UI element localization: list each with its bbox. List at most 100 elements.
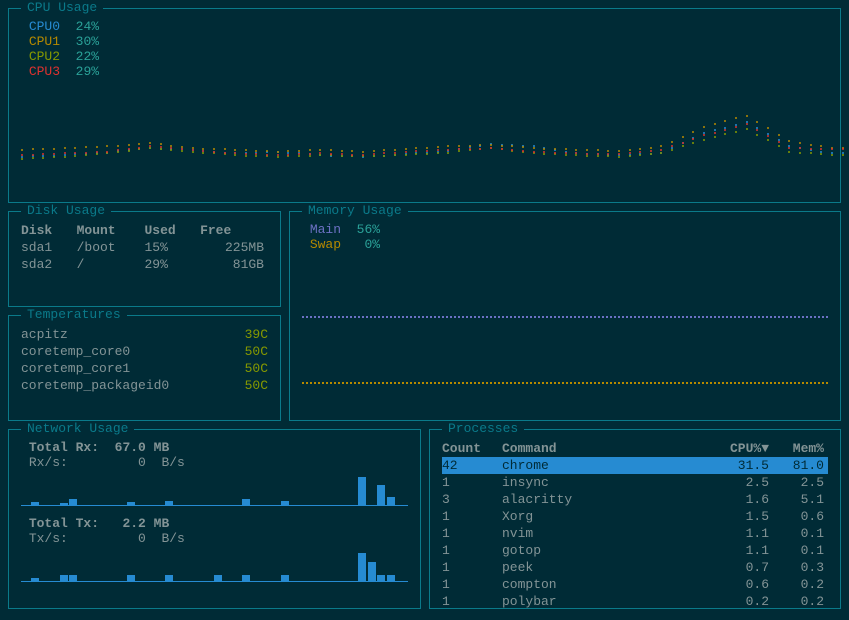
cpu-panel-title: CPU Usage bbox=[21, 0, 103, 15]
cpu-core-value: 22% bbox=[76, 49, 99, 64]
temp-value: 50C bbox=[245, 361, 268, 376]
proc-cpu: 0.2 bbox=[703, 593, 773, 610]
processes-panel: Processes Count Command CPU%▼ Mem% 42chr… bbox=[429, 429, 841, 609]
cpu-core-row: CPU1 30% bbox=[21, 34, 828, 49]
process-row[interactable]: 1gotop1.10.1 bbox=[442, 542, 828, 559]
proc-count: 1 bbox=[442, 525, 502, 542]
proc-cpu: 1.1 bbox=[703, 525, 773, 542]
memory-usage-panel: Memory Usage Main 56% Swap 0% bbox=[289, 211, 841, 421]
proc-mem: 0.2 bbox=[773, 593, 828, 610]
temp-row: coretemp_core0 50C bbox=[21, 343, 268, 360]
proc-hdr-cpu[interactable]: CPU%▼ bbox=[703, 440, 773, 457]
proc-mem: 5.1 bbox=[773, 491, 828, 508]
cpu-core-label: CPU1 bbox=[29, 34, 60, 49]
proc-cpu: 0.6 bbox=[703, 576, 773, 593]
process-row[interactable]: 1nvim1.10.1 bbox=[442, 525, 828, 542]
process-row[interactable]: 1polybar0.20.2 bbox=[442, 593, 828, 610]
proc-count: 1 bbox=[442, 576, 502, 593]
temp-row: coretemp_core1 50C bbox=[21, 360, 268, 377]
cpu-chart bbox=[21, 85, 828, 173]
proc-mem: 0.1 bbox=[773, 542, 828, 559]
proc-command: insync bbox=[502, 474, 703, 491]
temp-row: coretemp_packageid050C bbox=[21, 377, 268, 394]
disk-panel-title: Disk Usage bbox=[21, 203, 111, 218]
tx-rate-label: Tx/s: bbox=[29, 531, 68, 546]
proc-command: nvim bbox=[502, 525, 703, 542]
process-row[interactable]: 1insync2.52.5 bbox=[442, 474, 828, 491]
temp-sensor: coretemp_packageid0 bbox=[21, 378, 169, 393]
mem-main-label: Main bbox=[310, 222, 341, 237]
rx-total-label: Total Rx: bbox=[29, 440, 99, 455]
proc-panel-title: Processes bbox=[442, 421, 524, 436]
temp-sensor: acpitz bbox=[21, 327, 68, 342]
disk-free: 81GB bbox=[200, 256, 268, 273]
proc-command: gotop bbox=[502, 542, 703, 559]
proc-count: 1 bbox=[442, 542, 502, 559]
disk-hdr-mount: Mount bbox=[77, 222, 145, 239]
network-usage-panel: Network Usage Total Rx: 67.0 MB Rx/s: 0 … bbox=[8, 429, 421, 609]
disk-free: 225MB bbox=[200, 239, 268, 256]
disk-hdr-disk: Disk bbox=[21, 222, 77, 239]
proc-cpu: 2.5 bbox=[703, 474, 773, 491]
rx-rate-value: 0 B/s bbox=[138, 455, 185, 470]
temp-row: acpitz 39C bbox=[21, 326, 268, 343]
proc-count: 1 bbox=[442, 474, 502, 491]
rx-total-value: 67.0 MB bbox=[115, 440, 170, 455]
mem-swap-label: Swap bbox=[310, 237, 341, 252]
proc-command: compton bbox=[502, 576, 703, 593]
proc-hdr-command[interactable]: Command bbox=[502, 440, 703, 457]
proc-mem: 0.6 bbox=[773, 508, 828, 525]
proc-hdr-mem[interactable]: Mem% bbox=[773, 440, 828, 457]
cpu-core-label: CPU3 bbox=[29, 64, 60, 79]
proc-cpu: 31.5 bbox=[703, 457, 773, 474]
disk-used: 15% bbox=[144, 239, 200, 256]
mem-main-line bbox=[302, 316, 828, 318]
disk-hdr-used: Used bbox=[144, 222, 200, 239]
proc-cpu: 1.6 bbox=[703, 491, 773, 508]
disk-name: sda1 bbox=[21, 239, 77, 256]
proc-mem: 0.2 bbox=[773, 576, 828, 593]
proc-cpu: 0.7 bbox=[703, 559, 773, 576]
disk-row: sda1/boot15%225MB bbox=[21, 239, 268, 256]
disk-used: 29% bbox=[144, 256, 200, 273]
process-row[interactable]: 3alacritty1.65.1 bbox=[442, 491, 828, 508]
temp-sensor: coretemp_core0 bbox=[21, 344, 130, 359]
process-row[interactable]: 1peek0.70.3 bbox=[442, 559, 828, 576]
temp-value: 50C bbox=[245, 344, 268, 359]
mem-panel-title: Memory Usage bbox=[302, 203, 408, 218]
temp-sensor: coretemp_core1 bbox=[21, 361, 130, 376]
proc-command: alacritty bbox=[502, 491, 703, 508]
mem-swap-line bbox=[302, 382, 828, 384]
sort-indicator-icon: ▼ bbox=[761, 441, 769, 456]
rx-rate-label: Rx/s: bbox=[29, 455, 68, 470]
cpu-core-label: CPU2 bbox=[29, 49, 60, 64]
disk-name: sda2 bbox=[21, 256, 77, 273]
cpu-core-value: 30% bbox=[76, 34, 99, 49]
proc-count: 1 bbox=[442, 593, 502, 610]
process-row[interactable]: 1compton0.60.2 bbox=[442, 576, 828, 593]
process-table[interactable]: Count Command CPU%▼ Mem% 42chrome31.581.… bbox=[442, 440, 828, 610]
disk-table: Disk Mount Used Free sda1/boot15%225MBsd… bbox=[21, 222, 268, 273]
proc-count: 1 bbox=[442, 508, 502, 525]
cpu-core-label: CPU0 bbox=[29, 19, 60, 34]
proc-cpu: 1.1 bbox=[703, 542, 773, 559]
proc-count: 3 bbox=[442, 491, 502, 508]
cpu-core-value: 24% bbox=[76, 19, 99, 34]
proc-hdr-count[interactable]: Count bbox=[442, 440, 502, 457]
process-row[interactable]: 42chrome31.581.0 bbox=[442, 457, 828, 474]
proc-cpu: 1.5 bbox=[703, 508, 773, 525]
disk-hdr-free: Free bbox=[200, 222, 268, 239]
rx-chart bbox=[21, 474, 408, 506]
cpu-core-row: CPU2 22% bbox=[21, 49, 828, 64]
cpu-usage-panel: CPU Usage CPU0 24% CPU1 30% CPU2 22% CPU… bbox=[8, 8, 841, 203]
proc-mem: 0.1 bbox=[773, 525, 828, 542]
tx-total-value: 2.2 MB bbox=[122, 516, 169, 531]
disk-mount: /boot bbox=[77, 239, 145, 256]
process-row[interactable]: 1Xorg1.50.6 bbox=[442, 508, 828, 525]
temp-value: 39C bbox=[245, 327, 268, 342]
disk-mount: / bbox=[77, 256, 145, 273]
tx-chart bbox=[21, 550, 408, 582]
proc-count: 1 bbox=[442, 559, 502, 576]
tx-rate-value: 0 B/s bbox=[138, 531, 185, 546]
disk-usage-panel: Disk Usage Disk Mount Used Free sda1/boo… bbox=[8, 211, 281, 307]
